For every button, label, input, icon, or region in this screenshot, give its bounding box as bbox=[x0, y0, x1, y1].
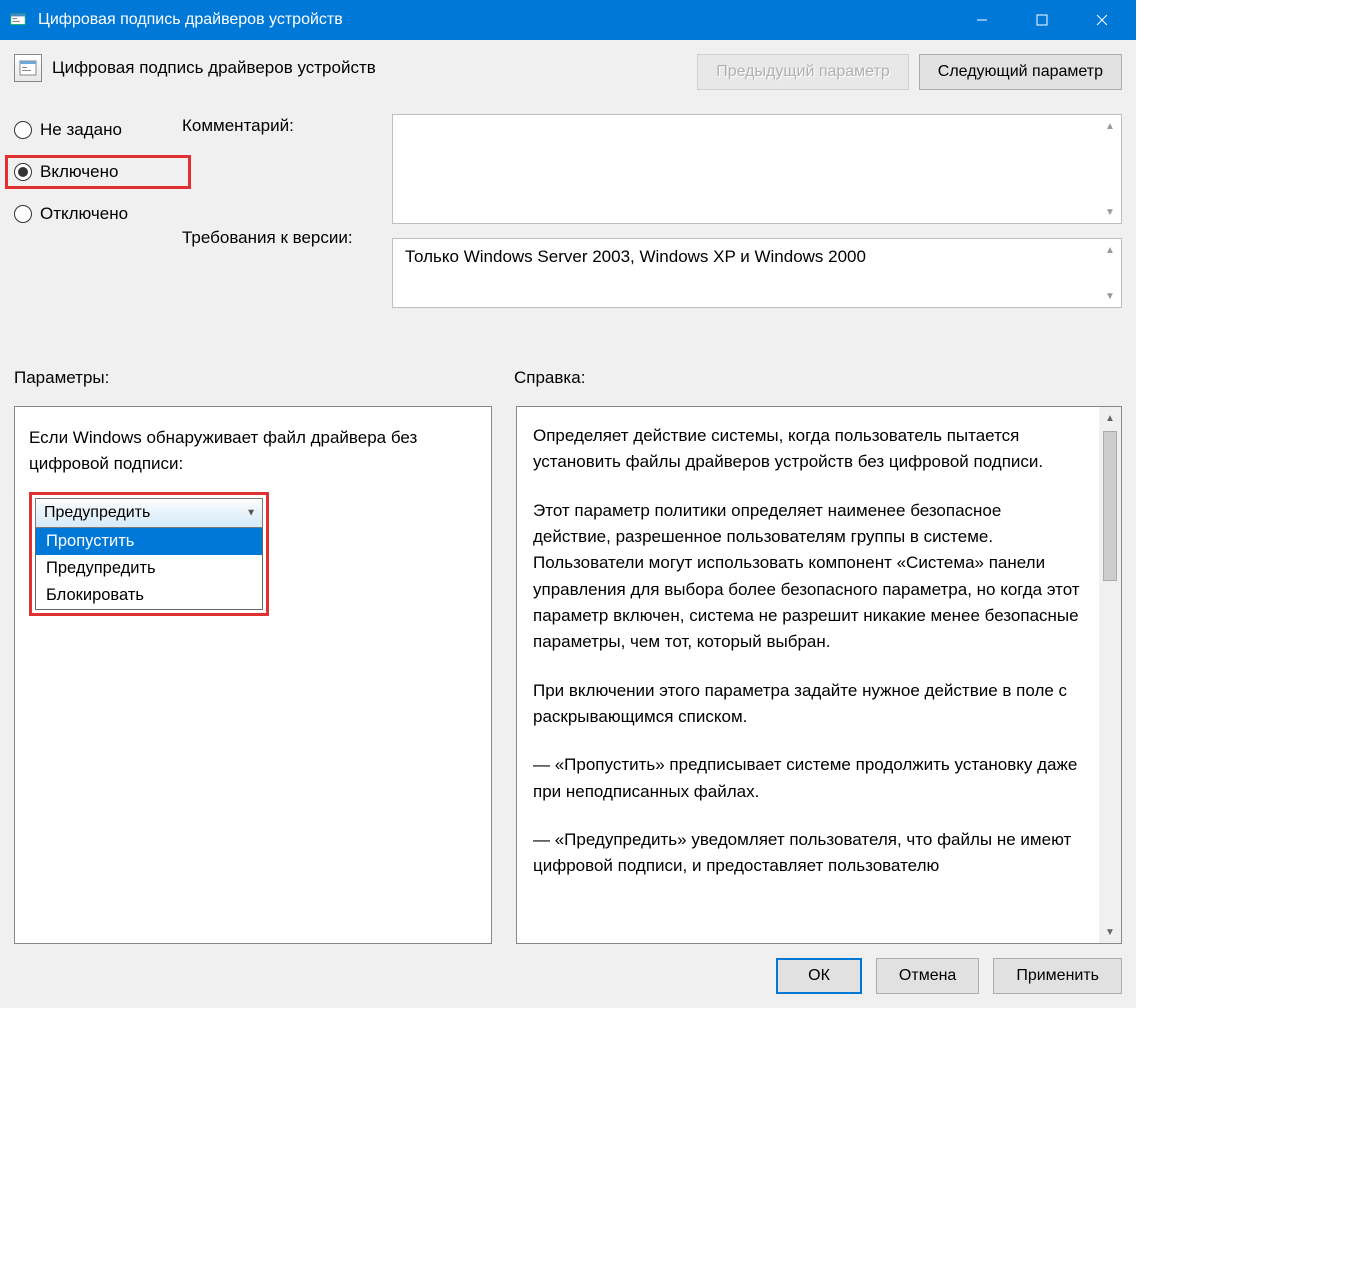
scrollbar[interactable]: ▲ ▼ bbox=[1099, 239, 1121, 307]
radio-label: Включено bbox=[40, 162, 118, 182]
window-controls bbox=[952, 0, 1132, 40]
policy-icon bbox=[14, 54, 42, 82]
radio-label: Отключено bbox=[40, 204, 128, 224]
requirements-text: Только Windows Server 2003, Windows XP и… bbox=[405, 247, 866, 266]
apply-button[interactable]: Применить bbox=[993, 958, 1122, 994]
scroll-down-icon: ▼ bbox=[1099, 285, 1121, 307]
scroll-up-icon: ▲ bbox=[1099, 407, 1121, 429]
dropdown-option[interactable]: Пропустить bbox=[36, 528, 262, 555]
params-prompt: Если Windows обнаруживает файл драйвера … bbox=[29, 425, 477, 478]
action-dropdown: Пропустить Предупредить Блокировать bbox=[35, 528, 263, 610]
close-button[interactable] bbox=[1072, 0, 1132, 40]
radio-not-configured[interactable]: Не задано bbox=[14, 120, 182, 140]
comment-input[interactable]: ▲ ▼ bbox=[392, 114, 1122, 224]
window-icon bbox=[8, 10, 28, 30]
chevron-down-icon: ▼ bbox=[246, 507, 256, 518]
scroll-up-icon: ▲ bbox=[1099, 239, 1121, 261]
combo-value: Предупредить bbox=[44, 504, 150, 522]
minimize-button[interactable] bbox=[952, 0, 1012, 40]
radio-enabled[interactable]: Включено bbox=[5, 155, 191, 189]
dropdown-option[interactable]: Предупредить bbox=[36, 555, 262, 582]
scrollbar[interactable]: ▲ ▼ bbox=[1099, 115, 1121, 223]
prev-setting-button[interactable]: Предыдущий параметр bbox=[697, 54, 909, 90]
requirements-box: Только Windows Server 2003, Windows XP и… bbox=[392, 238, 1122, 308]
comment-label: Комментарий: bbox=[182, 116, 392, 136]
radio-icon bbox=[14, 205, 32, 223]
help-paragraph: При включении этого параметра задайте ну… bbox=[533, 678, 1083, 731]
help-paragraph: — «Пропустить» предписывает системе прод… bbox=[533, 752, 1083, 805]
help-paragraph: — «Предупредить» уведомляет пользователя… bbox=[533, 827, 1083, 880]
requirements-label: Требования к версии: bbox=[182, 228, 392, 248]
help-section-label: Справка: bbox=[514, 368, 585, 388]
scroll-up-icon: ▲ bbox=[1099, 115, 1121, 137]
radio-disabled[interactable]: Отключено bbox=[14, 204, 182, 224]
cancel-button[interactable]: Отмена bbox=[876, 958, 979, 994]
titlebar: Цифровая подпись драйверов устройств bbox=[0, 0, 1136, 40]
help-paragraph: Этот параметр политики определяет наимен… bbox=[533, 498, 1083, 656]
scroll-down-icon: ▼ bbox=[1099, 921, 1121, 943]
radio-label: Не задано bbox=[40, 120, 122, 140]
titlebar-text: Цифровая подпись драйверов устройств bbox=[38, 11, 952, 29]
ok-button[interactable]: ОК bbox=[776, 958, 862, 994]
radio-icon bbox=[14, 163, 32, 181]
help-paragraph: Определяет действие системы, когда польз… bbox=[533, 423, 1083, 476]
next-setting-button[interactable]: Следующий параметр bbox=[919, 54, 1122, 90]
help-panel: Определяет действие системы, когда польз… bbox=[516, 406, 1122, 944]
maximize-button[interactable] bbox=[1012, 0, 1072, 40]
dropdown-option[interactable]: Блокировать bbox=[36, 582, 262, 609]
scroll-track[interactable] bbox=[1099, 583, 1121, 921]
params-panel: Если Windows обнаруживает файл драйвера … bbox=[14, 406, 492, 944]
highlighted-combo: Предупредить ▼ Пропустить Предупредить Б… bbox=[29, 492, 269, 616]
page-title: Цифровая подпись драйверов устройств bbox=[52, 54, 697, 78]
action-combobox[interactable]: Предупредить ▼ bbox=[35, 498, 263, 528]
scrollbar[interactable]: ▲ ▼ bbox=[1099, 407, 1121, 943]
scroll-thumb[interactable] bbox=[1103, 431, 1117, 581]
help-text: Определяет действие системы, когда польз… bbox=[517, 407, 1099, 943]
params-section-label: Параметры: bbox=[14, 368, 514, 388]
radio-icon bbox=[14, 121, 32, 139]
scroll-down-icon: ▼ bbox=[1099, 201, 1121, 223]
